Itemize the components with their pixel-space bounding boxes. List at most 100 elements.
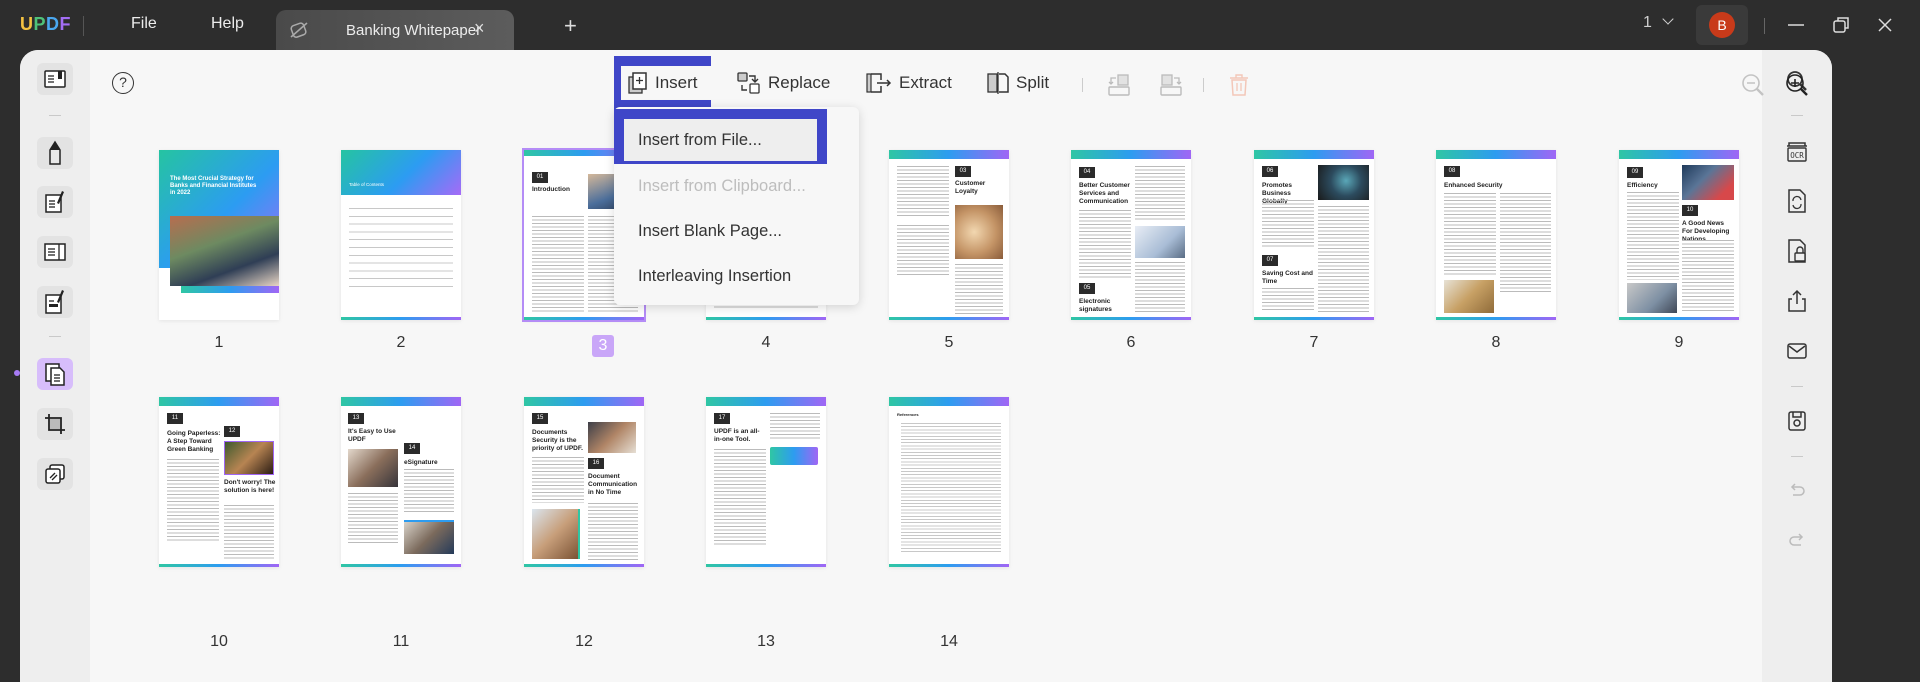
section-title: Electronic signatures (1079, 298, 1112, 313)
section-title: Customer Loyalty (955, 180, 986, 195)
page-photo (1682, 165, 1734, 200)
text-column (770, 413, 820, 441)
edit-mode-button[interactable] (37, 186, 73, 218)
page-thumbnail-10[interactable]: 11 Going Paperless: A Step Toward Green … (159, 397, 279, 567)
section-title: eSignature (404, 459, 438, 466)
page-photo (348, 449, 398, 487)
replace-icon (737, 72, 760, 94)
replace-label: Replace (768, 73, 831, 92)
delete-icon[interactable] (1226, 72, 1252, 98)
window-selector[interactable]: 1 (1643, 13, 1675, 32)
page-thumbnail-1[interactable]: The Most Crucial Strategy for Banks and … (159, 150, 279, 320)
page-thumbnail-6[interactable]: 04 Better Customer Services and Communic… (1071, 150, 1191, 320)
split-button[interactable]: Split (986, 68, 1049, 98)
help-icon[interactable]: ? (112, 72, 134, 94)
zoom-out-icon[interactable] (1740, 72, 1766, 98)
rotate-left-icon[interactable] (1106, 72, 1132, 98)
text-column (897, 166, 949, 216)
rotate-right-icon[interactable] (1158, 72, 1184, 98)
extract-button[interactable]: Extract (865, 68, 952, 98)
account-button[interactable]: B (1696, 5, 1748, 45)
zoom-in-icon[interactable] (1784, 72, 1810, 98)
form-icon (44, 243, 66, 261)
text-column (1318, 206, 1369, 312)
new-tab-button[interactable]: + (564, 13, 577, 39)
menu-help[interactable]: Help (211, 15, 244, 33)
redo-button[interactable] (1782, 526, 1812, 556)
page-footer (159, 564, 279, 567)
restore-icon[interactable] (1826, 10, 1856, 40)
comment-mode-button[interactable] (37, 137, 73, 169)
email-button[interactable] (1782, 336, 1812, 366)
save-icon (1788, 411, 1806, 431)
menu-file[interactable]: File (131, 15, 157, 33)
page-number-label-selected: 3 (592, 335, 614, 357)
text-column (1079, 210, 1131, 278)
text-column (1262, 288, 1314, 312)
section-number: 16 (588, 458, 604, 469)
page-header (1436, 150, 1556, 159)
lock-document-icon (1788, 239, 1806, 263)
section-number: 12 (224, 426, 240, 437)
minimize-icon[interactable] (1780, 10, 1810, 40)
page-footer (889, 564, 1009, 567)
page-number-label: 14 (940, 633, 958, 650)
reader-mode-button[interactable] (37, 63, 73, 95)
document-tab[interactable]: Banking Whitepaper × (276, 10, 514, 50)
page-header (706, 397, 826, 406)
logo-letter: D (46, 14, 60, 34)
split-icon (987, 72, 1009, 94)
undo-button[interactable] (1782, 476, 1812, 506)
page-thumbnail-7[interactable]: 06 Promotes Business Globally 07 Saving … (1254, 150, 1374, 320)
text-column (1444, 193, 1496, 275)
section-title: Introduction (532, 186, 570, 193)
main-area: OCR ? Insert Replace Extract Split The M… (20, 50, 1832, 682)
crop-icon (45, 414, 65, 434)
page-thumbnail-5[interactable]: 03 Customer Loyalty (889, 150, 1009, 320)
sign-mode-button[interactable] (37, 286, 73, 318)
page-footer (1071, 317, 1191, 320)
page-thumbnail-12[interactable]: 15 Documents Security is the priority of… (524, 397, 644, 567)
page-thumbnail-9[interactable]: 09 Efficiency 10 A Good News For Develop… (1619, 150, 1739, 320)
text-column (404, 469, 454, 514)
logo-letter: F (59, 14, 72, 34)
insert-dropdown-menu: Insert from File... Insert from Clipboar… (614, 107, 859, 305)
page-footer (524, 564, 644, 567)
section-number: 06 (1262, 166, 1278, 177)
menu-item-interleaving-insertion[interactable]: Interleaving Insertion (638, 267, 791, 286)
ocr-button[interactable]: OCR (1782, 136, 1812, 166)
page-thumbnail-14[interactable]: References (889, 397, 1009, 567)
page-thumbnail-8[interactable]: 08 Enhanced Security (1436, 150, 1556, 320)
convert-button[interactable] (1782, 186, 1812, 216)
form-mode-button[interactable] (37, 236, 73, 268)
divider (49, 336, 61, 337)
protect-button[interactable] (1782, 236, 1812, 266)
page-header (889, 150, 1009, 159)
close-tab-icon[interactable]: × (474, 18, 485, 39)
watermark-button[interactable] (37, 458, 73, 490)
page-thumbnail-11[interactable]: 13 It's Easy to Use UPDF 14 eSignature (341, 397, 461, 567)
page-number-label: 10 (210, 633, 228, 650)
divider (83, 16, 84, 36)
tab-title: Banking Whitepaper (346, 22, 482, 39)
crop-button[interactable] (37, 408, 73, 440)
insert-button[interactable]: Insert (621, 66, 711, 100)
page-footer (524, 317, 644, 320)
divider (1791, 386, 1803, 387)
section-number: 07 (1262, 255, 1278, 266)
organize-pages-button[interactable] (37, 358, 73, 390)
menu-item-insert-from-file[interactable]: Insert from File... (624, 119, 817, 161)
replace-button[interactable]: Replace (736, 68, 830, 98)
close-window-icon[interactable] (1870, 10, 1900, 40)
text-column (532, 216, 584, 312)
share-button[interactable] (1782, 286, 1812, 316)
page-thumbnail-2[interactable]: Table of Contents (341, 150, 461, 320)
save-button[interactable] (1782, 406, 1812, 436)
mail-icon (1787, 343, 1807, 359)
menu-item-insert-from-clipboard: Insert from Clipboard... (638, 177, 806, 195)
divider (1203, 78, 1204, 92)
page-number-label: 7 (1309, 334, 1319, 351)
page-thumbnail-13[interactable]: 17 UPDF is an all-in-one Tool. (706, 397, 826, 567)
text-column (1627, 192, 1679, 280)
menu-item-insert-blank-page[interactable]: Insert Blank Page... (638, 222, 782, 241)
